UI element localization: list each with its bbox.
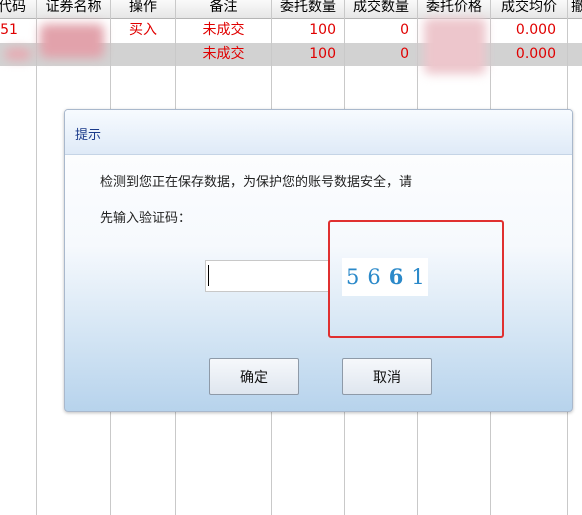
dialog-title: 提示 [75,128,102,143]
cell-filled-qty: 0 [400,22,409,38]
column-divider [36,0,37,515]
captcha-input[interactable] [205,260,329,292]
dialog-message-line2: 先输入验证码： [100,211,192,226]
cell-order-qty: 100 [309,22,336,38]
cell-order-qty: 100 [309,46,336,62]
redacted-order-price [424,18,486,74]
highlight-box [328,220,504,338]
cell-operation: 买入 [129,22,157,38]
header-avg-price[interactable]: 成交均价 [491,0,567,18]
ok-button[interactable]: 确定 [209,358,299,395]
header-filled-qty[interactable]: 成交数量 [345,0,417,18]
cell-remark: 未成交 [202,46,245,62]
cell-avg-price: 0.000 [515,22,556,38]
text-caret [208,265,209,286]
cancel-button[interactable]: 取消 [342,358,432,395]
dialog-titlebar[interactable]: 提示 [65,110,572,155]
cell-avg-price: 0.000 [515,46,556,62]
cell-remark: 未成交 [202,22,245,38]
cell-filled-qty: 0 [400,46,409,62]
header-code[interactable]: 代码 [0,0,32,18]
dialog-message-line1: 检测到您正在保存数据，为保护您的账号数据安全，请 [100,175,413,190]
redacted-code [5,48,31,60]
cell-code: 51 [0,22,18,38]
redacted-security-name [40,24,104,58]
header-order-price[interactable]: 委托价格 [418,0,490,18]
table-header: 代码 证券名称 操作 备注 委托数量 成交数量 委托价格 成交均价 撤 [0,0,582,19]
header-security-name[interactable]: 证券名称 [37,0,110,18]
header-remark[interactable]: 备注 [176,0,271,18]
header-cancel[interactable]: 撤 [568,0,582,18]
header-operation[interactable]: 操作 [111,0,175,18]
header-order-qty[interactable]: 委托数量 [272,0,344,18]
